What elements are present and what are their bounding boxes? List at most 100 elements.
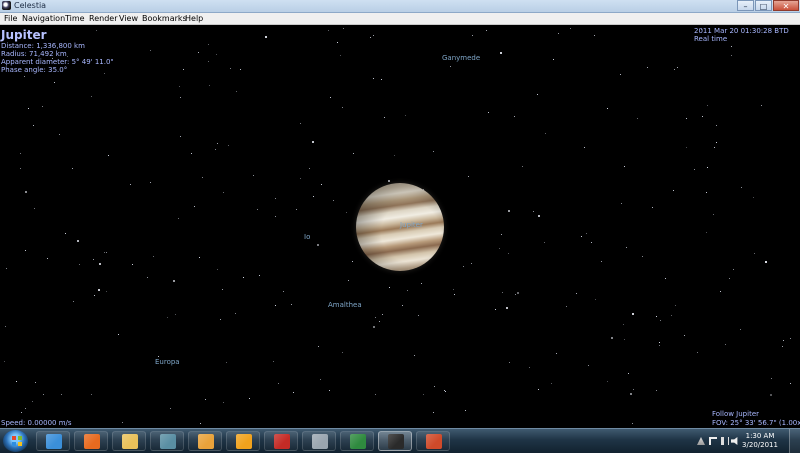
star xyxy=(337,42,338,43)
star xyxy=(720,291,721,292)
minimize-button[interactable]: – xyxy=(737,0,754,11)
star xyxy=(607,381,608,382)
star xyxy=(275,305,276,306)
menu-time[interactable]: Time xyxy=(65,13,85,24)
star xyxy=(273,361,274,362)
star xyxy=(623,324,624,325)
taskbar-button-internet-explorer[interactable] xyxy=(36,431,70,451)
star xyxy=(674,69,675,70)
star xyxy=(500,52,502,54)
star xyxy=(731,55,732,56)
star xyxy=(707,167,708,168)
star xyxy=(790,383,791,384)
excel-icon xyxy=(350,434,366,449)
celestia-icon xyxy=(388,434,404,449)
taskbar-button-acrobat[interactable] xyxy=(264,431,298,451)
star xyxy=(421,283,422,284)
taskbar-button-calculator[interactable] xyxy=(302,431,336,451)
star xyxy=(702,116,703,117)
star xyxy=(226,362,227,363)
star xyxy=(91,394,92,395)
taskbar-button-powerpoint[interactable] xyxy=(416,431,450,451)
star xyxy=(499,248,500,249)
star xyxy=(283,291,284,292)
taskbar-button-excel[interactable] xyxy=(340,431,374,451)
label-europa[interactable]: Europa xyxy=(155,358,180,366)
tray-arrow-icon[interactable] xyxy=(697,437,705,445)
show-desktop-button[interactable] xyxy=(789,429,800,453)
star xyxy=(300,123,301,124)
star xyxy=(275,216,276,217)
star xyxy=(782,346,783,347)
star xyxy=(754,253,755,254)
star xyxy=(79,264,80,265)
window-title: Celestia xyxy=(14,1,47,10)
star xyxy=(576,293,577,294)
star xyxy=(205,399,206,400)
star xyxy=(418,315,419,316)
star xyxy=(147,277,148,278)
star xyxy=(175,314,176,315)
star xyxy=(375,394,376,395)
star xyxy=(191,153,192,154)
star xyxy=(632,313,634,315)
maximize-button[interactable]: □ xyxy=(755,0,772,11)
taskbar-button-media-player[interactable] xyxy=(188,431,222,451)
star xyxy=(342,107,343,108)
star xyxy=(209,85,210,86)
star xyxy=(24,76,25,77)
star xyxy=(98,289,100,291)
star xyxy=(626,247,627,248)
label-io[interactable]: Io xyxy=(304,233,310,241)
star xyxy=(624,339,625,340)
star xyxy=(178,218,179,219)
star xyxy=(611,337,613,339)
star xyxy=(388,180,390,182)
star xyxy=(686,147,687,148)
clock-date: 3/20/2011 xyxy=(742,441,778,449)
taskbar-button-file-explorer[interactable] xyxy=(112,431,146,451)
star xyxy=(170,408,171,409)
taskbar-clock[interactable]: 1:30 AM 3/20/2011 xyxy=(735,432,785,450)
star xyxy=(741,187,742,188)
star xyxy=(200,423,201,424)
label-amalthea[interactable]: Amalthea xyxy=(328,301,362,309)
speed-readout: Speed: 0.00000 m/s xyxy=(1,419,72,427)
window-title-bar[interactable]: Celestia – □ ✕ xyxy=(0,0,800,13)
taskbar-button-firefox[interactable] xyxy=(74,431,108,451)
star xyxy=(465,410,466,411)
start-button[interactable] xyxy=(3,430,28,452)
menu-navigation[interactable]: Navigation xyxy=(22,13,65,24)
label-ganymede[interactable]: Ganymede xyxy=(442,54,480,62)
star xyxy=(313,196,314,197)
menu-render[interactable]: Render xyxy=(89,13,117,24)
taskbar-button-app-g[interactable] xyxy=(150,431,184,451)
taskbar-button-celestia[interactable] xyxy=(378,431,412,451)
star xyxy=(765,261,767,263)
label-jupiter[interactable]: Jupiter xyxy=(400,221,423,229)
star xyxy=(558,33,559,34)
action-center-flag-icon[interactable] xyxy=(709,437,717,445)
space-viewport[interactable]: Jupiter Distance: 1,336,800 km Radius: 7… xyxy=(0,25,800,428)
star xyxy=(647,67,648,68)
star xyxy=(370,37,371,38)
star xyxy=(65,233,66,234)
star xyxy=(522,166,523,167)
menu-view[interactable]: View xyxy=(119,13,138,24)
star xyxy=(586,233,587,234)
star xyxy=(373,35,374,36)
close-button[interactable]: ✕ xyxy=(773,0,799,11)
menu-help[interactable]: Help xyxy=(185,13,203,24)
taskbar-button-sun-app[interactable] xyxy=(226,431,260,451)
menu-bookmarks[interactable]: Bookmarks xyxy=(142,13,187,24)
star xyxy=(656,390,657,391)
network-icon[interactable] xyxy=(721,437,729,445)
star xyxy=(373,78,374,79)
star xyxy=(43,394,44,395)
star xyxy=(529,367,530,368)
star xyxy=(33,125,34,126)
star xyxy=(321,184,322,185)
apparent-diameter-readout: Apparent diameter: 5° 49' 11.0" xyxy=(1,58,114,66)
menu-file[interactable]: File xyxy=(4,13,17,24)
star xyxy=(275,198,276,199)
